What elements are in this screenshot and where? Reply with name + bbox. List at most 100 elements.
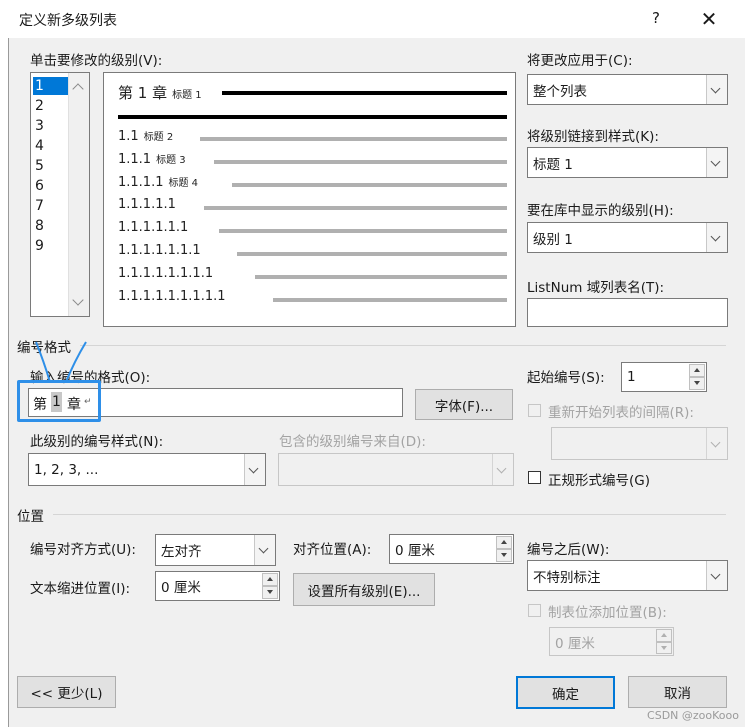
legal-numbering-label: 正规形式编号(G) [548,473,650,489]
preview-line [204,206,507,210]
section-divider [80,345,726,346]
preview-line [232,183,507,187]
set-all-levels-button[interactable]: 设置所有级别(E)... [293,573,435,606]
ok-button[interactable]: 确定 [516,676,615,709]
include-level-select[interactable] [278,453,514,486]
listnum-input[interactable] [527,298,728,327]
link-style-value: 标题 1 [533,156,573,173]
spin-up-icon[interactable] [689,364,705,377]
chevron-down-icon[interactable] [254,535,275,565]
preview-row: 1.1.1.1 标题 4 [118,174,198,190]
help-button[interactable]: ? [642,9,670,31]
preview-heading: 标题 1 [172,90,202,101]
chevron-down-icon[interactable] [244,454,265,485]
preview-line [273,298,507,302]
preview-line [219,229,507,233]
levels-label: 单击要修改的级别(V): [30,53,163,69]
spin-down-icon[interactable] [496,549,512,562]
level-item[interactable]: 6 [33,177,69,195]
less-button[interactable]: << 更少(L) [17,676,116,708]
gallery-level-select[interactable]: 级别 1 [527,222,728,253]
apply-to-label: 将更改应用于(C): [527,53,633,69]
start-at-stepper[interactable]: 1 [621,362,707,392]
apply-to-value: 整个列表 [533,83,587,100]
follow-number-label: 编号之后(W): [527,542,610,558]
apply-to-select[interactable]: 整个列表 [527,74,728,105]
chevron-down-icon[interactable] [706,75,727,104]
level-list[interactable]: 1 2 3 4 5 6 7 8 9 [30,72,90,317]
level-item[interactable]: 1 [33,77,69,95]
preview-row: 1.1 标题 2 [118,128,173,144]
link-style-select[interactable]: 标题 1 [527,147,728,178]
window-title: 定义新多级列表 [19,13,117,29]
preview-number: 1.1 [118,129,139,144]
add-tab-value: 0 厘米 [555,635,595,652]
level-item[interactable]: 2 [33,97,69,115]
section-divider [53,514,726,515]
chevron-down-icon[interactable] [706,428,727,459]
spin-down-icon[interactable] [262,586,278,599]
spin-up-icon[interactable] [262,573,278,586]
preview-number: 第 1 章 [118,84,168,102]
legal-numbering-checkbox[interactable] [528,471,541,484]
preview-row: 1.1.1.1.1 [118,197,176,212]
add-tab-stepper[interactable]: 0 厘米 [549,627,674,656]
number-style-select[interactable]: 1, 2, 3, ... [28,453,266,486]
restart-checkbox[interactable] [528,404,541,417]
preview-heading: 标题 3 [156,155,186,166]
spin-down-icon[interactable] [689,377,705,390]
restart-label: 重新开始列表的间隔(R): [548,405,694,421]
preview-line [200,137,507,141]
level-preview: 第 1 章标题 1 1.1 标题 2 1.1.1 标题 3 1.1.1.1 标题 4 … [103,72,516,327]
chevron-down-icon[interactable] [706,148,727,177]
add-tab-checkbox[interactable] [528,604,541,617]
text-indent-label: 文本缩进位置(I): [30,581,131,597]
preview-line [237,252,507,256]
preview-number: 1.1.1.1.1.1 [118,220,189,235]
level-item[interactable]: 8 [33,217,69,235]
start-at-label: 起始编号(S): [527,370,605,386]
text-indent-value: 0 厘米 [161,580,201,596]
level-item[interactable]: 4 [33,137,69,155]
level-item[interactable]: 7 [33,197,69,215]
preview-number: 1.1.1.1.1 [118,197,176,212]
annotation-arrows [35,341,87,383]
close-icon[interactable]: ✕ [692,6,726,32]
highlight-annotation [17,380,101,422]
spin-up-icon[interactable] [496,536,512,549]
font-button[interactable]: 字体(F)... [415,389,513,420]
preview-row: 1.1.1.1.1.1.1.1.1 [118,289,226,304]
align-label: 编号对齐方式(U): [30,542,136,558]
preview-number: 1.1.1.1.1.1.1 [118,243,201,258]
scroll-up-icon[interactable] [72,83,84,95]
chevron-down-icon[interactable] [492,454,513,485]
level-item[interactable]: 9 [33,237,69,255]
cancel-button[interactable]: 取消 [628,676,727,708]
chevron-down-icon[interactable] [706,223,727,252]
level-item[interactable]: 3 [33,117,69,135]
preview-heading: 标题 2 [143,132,174,143]
spin-up-icon[interactable] [656,629,672,642]
level-item[interactable]: 5 [33,157,69,175]
level-list-scrollbar[interactable] [68,73,89,316]
align-value: 左对齐 [161,544,202,560]
follow-number-value: 不特别标注 [533,569,601,586]
aligned-at-stepper[interactable]: 0 厘米 [389,534,514,564]
text-indent-stepper[interactable]: 0 厘米 [155,571,280,601]
chevron-down-icon[interactable] [706,561,727,590]
restart-select[interactable] [551,427,728,460]
preview-row: 1.1.1 标题 3 [118,151,186,167]
preview-line [214,160,507,164]
gallery-level-value: 级别 1 [533,231,573,248]
align-select[interactable]: 左对齐 [155,534,276,566]
spin-down-icon[interactable] [656,641,672,654]
position-section: 位置 [17,509,44,525]
scroll-down-icon[interactable] [72,294,84,306]
add-tab-label: 制表位添加位置(B): [548,605,667,621]
preview-row: 1.1.1.1.1.1.1 [118,243,201,258]
follow-number-select[interactable]: 不特别标注 [527,560,728,591]
title-bar: 定义新多级列表 ? ✕ [8,0,745,38]
gallery-level-label: 要在库中显示的级别(H): [527,203,674,219]
preview-line [222,91,507,95]
watermark: CSDN @zooKooo [647,709,739,722]
